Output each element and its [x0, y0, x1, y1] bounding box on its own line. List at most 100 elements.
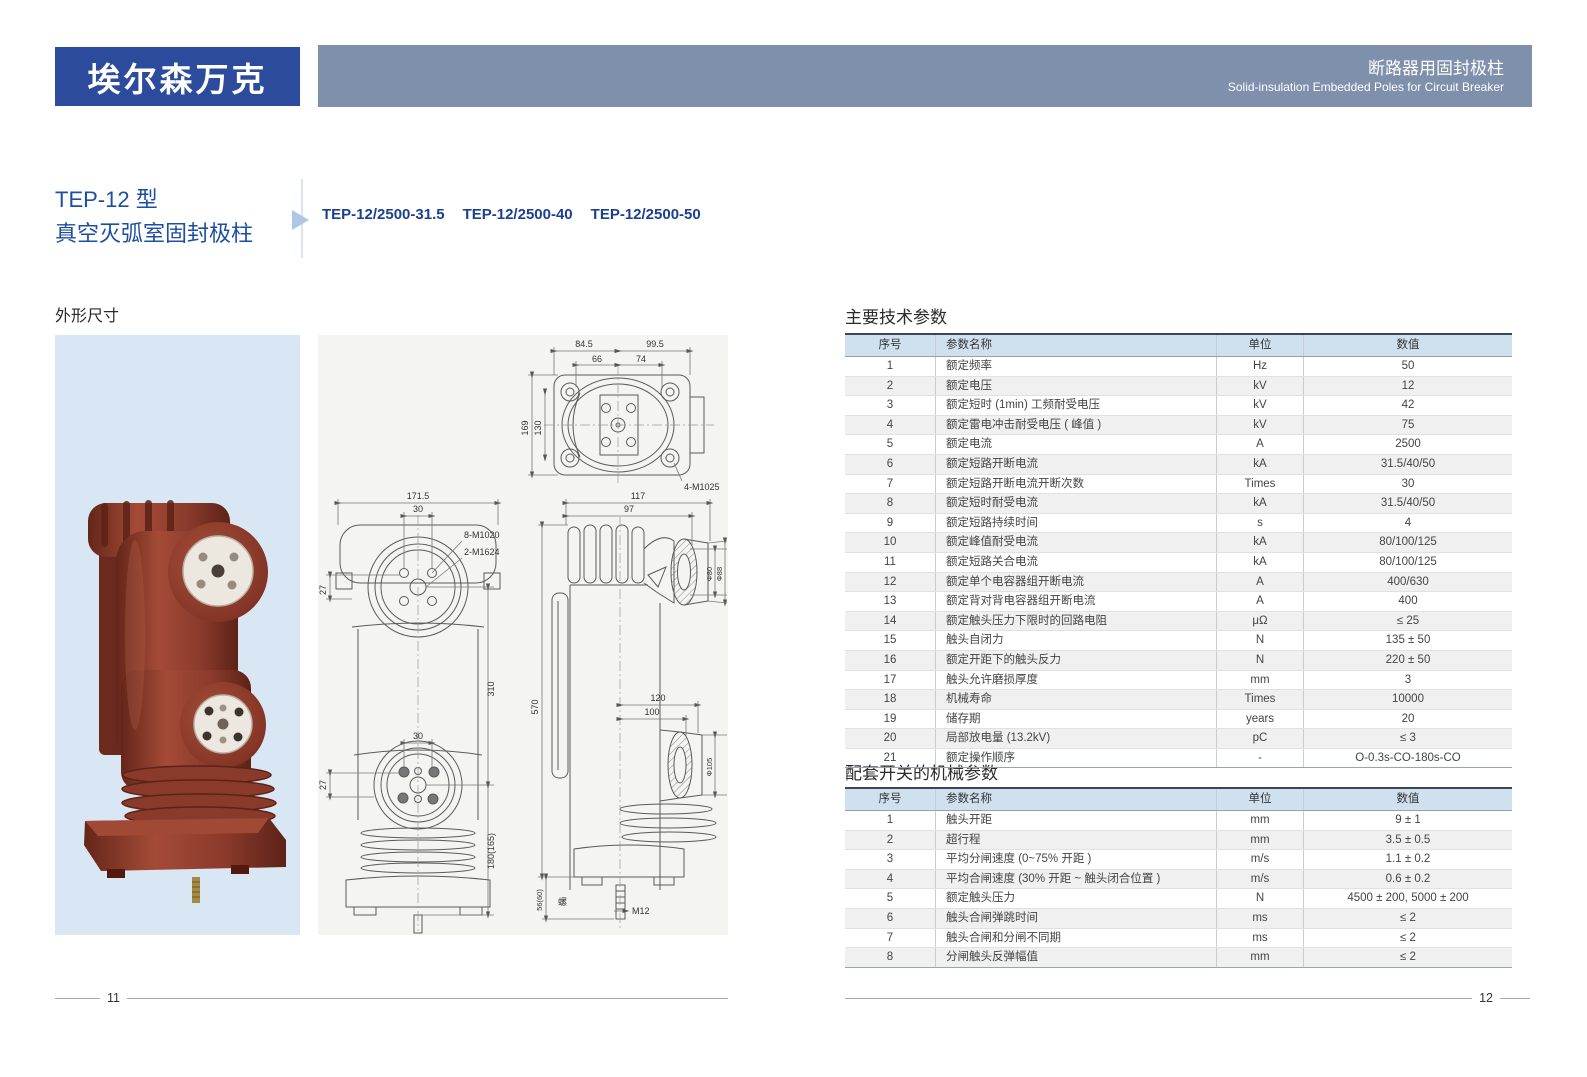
page-number-left: 11 [100, 991, 127, 1005]
table-cell: 触头自闭力 [936, 631, 1217, 651]
table-cell: 12 [1304, 376, 1513, 396]
table-cell: mm [1217, 811, 1304, 831]
table-row: 8分闸触头反弹幅值mm≤ 2 [845, 948, 1512, 968]
table-cell: 9 [845, 513, 936, 533]
table-row: 17触头允许磨损厚度mm3 [845, 670, 1512, 690]
main-params-title: 主要技术参数 [845, 303, 947, 328]
dim-label: 97 [624, 504, 634, 514]
dim-label: 117 [631, 491, 645, 501]
page-header-bar: 断路器用固封极柱 Solid-insulation Embedded Poles… [318, 45, 1532, 107]
table-cell: 10000 [1304, 690, 1513, 710]
table-cell: 42 [1304, 396, 1513, 416]
table-row: 5额定触头压力N4500 ± 200, 5000 ± 200 [845, 889, 1512, 909]
brand-logo: 埃尔森万克 [55, 47, 300, 106]
table-cell: s [1217, 513, 1304, 533]
table-cell: 额定短路开断电流开断次数 [936, 474, 1217, 494]
catalog-page: 埃尔森万克 断路器用固封极柱 Solid-insulation Embedded… [0, 0, 1587, 1077]
table-cell: kA [1217, 533, 1304, 553]
mech-params-table: 序号参数名称单位数值 1触头开距mm9 ± 12超行程mm3.5 ± 0.53平… [845, 787, 1512, 968]
table-cell: ≤ 3 [1304, 729, 1513, 749]
dim-label: 2-M1624 [464, 547, 500, 557]
table-row: 6触头合闸弹跳时间ms≤ 2 [845, 908, 1512, 928]
table-row: 19储存期years20 [845, 709, 1512, 729]
table-cell: kA [1217, 552, 1304, 572]
table-cell: kA [1217, 494, 1304, 514]
dim-label: 171.5 [407, 491, 430, 501]
table-cell: 2 [845, 830, 936, 850]
dim-label: 66 [592, 354, 602, 364]
table-cell: 75 [1304, 415, 1513, 435]
table-row: 4平均合闸速度 (30% 开距 ~ 触头闭合位置 )m/s0.6 ± 0.2 [845, 869, 1512, 889]
table-cell: 3 [845, 850, 936, 870]
table-row: 8额定短时耐受电流kA31.5/40/50 [845, 494, 1512, 514]
table-cell: 21 [845, 748, 936, 768]
dim-label: 74 [636, 354, 646, 364]
footer-left: 11 [55, 991, 728, 1005]
model-item: TEP-12/2500-31.5 [322, 206, 445, 223]
table-cell: ≤ 2 [1304, 908, 1513, 928]
column-header: 数值 [1304, 788, 1513, 811]
table-cell: 4500 ± 200, 5000 ± 200 [1304, 889, 1513, 909]
table-cell: ≤ 2 [1304, 928, 1513, 948]
top-view [544, 365, 714, 485]
table-cell: 1.1 ± 0.2 [1304, 850, 1513, 870]
table-cell: ≤ 2 [1304, 948, 1513, 968]
table-cell: mm [1217, 830, 1304, 850]
table-cell: A [1217, 435, 1304, 455]
table-cell: 12 [845, 572, 936, 592]
table-cell: A [1217, 572, 1304, 592]
table-cell: 平均合闸速度 (30% 开距 ~ 触头闭合位置 ) [936, 869, 1217, 889]
table-cell: 16 [845, 650, 936, 670]
dim-label: 310 [486, 681, 496, 696]
footer-right: 12 [845, 991, 1530, 1005]
table-cell: 触头合闸和分闸不同期 [936, 928, 1217, 948]
table-row: 20局部放电量 (13.2kV)pC≤ 3 [845, 729, 1512, 749]
table-cell: mm [1217, 948, 1304, 968]
table-row: 4额定雷电冲击耐受电压 ( 峰值 )kV75 [845, 415, 1512, 435]
table-cell: 额定峰值耐受电流 [936, 533, 1217, 553]
table-cell: mm [1217, 670, 1304, 690]
table-cell: 30 [1304, 474, 1513, 494]
table-row: 6额定短路开断电流kA31.5/40/50 [845, 454, 1512, 474]
table-row: 12额定单个电容器组开断电流A400/630 [845, 572, 1512, 592]
table-row: 2额定电压kV12 [845, 376, 1512, 396]
table-cell: - [1217, 748, 1304, 768]
table-cell: 31.5/40/50 [1304, 454, 1513, 474]
table-cell: 额定短路开断电流 [936, 454, 1217, 474]
table-cell: 135 ± 50 [1304, 631, 1513, 651]
column-header: 参数名称 [936, 334, 1217, 357]
table-cell: 80/100/125 [1304, 533, 1513, 553]
table-cell: 3 [845, 396, 936, 416]
table-cell: 额定电流 [936, 435, 1217, 455]
table-cell: 额定短路持续时间 [936, 513, 1217, 533]
brand-logo-text: 埃尔森万克 [88, 53, 268, 101]
column-header: 数值 [1304, 334, 1513, 357]
table-cell: 超行程 [936, 830, 1217, 850]
table-cell: Hz [1217, 357, 1304, 377]
table-cell: 8 [845, 494, 936, 514]
table-cell: 6 [845, 908, 936, 928]
product-photo [55, 335, 300, 935]
table-cell: 1 [845, 811, 936, 831]
table-cell: pC [1217, 729, 1304, 749]
dim-label: 169 [520, 420, 530, 435]
dim-label: 螺 [558, 897, 567, 907]
table-cell: kV [1217, 415, 1304, 435]
arrow-right-icon [292, 210, 309, 230]
front-view [336, 515, 500, 933]
table-cell: 触头允许磨损厚度 [936, 670, 1217, 690]
table-cell: 15 [845, 631, 936, 651]
footer-rule [55, 998, 100, 999]
table-cell: 19 [845, 709, 936, 729]
table-cell: 5 [845, 889, 936, 909]
footer-rule [127, 998, 728, 999]
table-cell: 5 [845, 435, 936, 455]
dimension-drawing-panel: 84.5 99.5 66 74 169 130 4-M1025 [318, 335, 728, 935]
dim-label: Φ80 [705, 567, 714, 581]
table-cell: 50 [1304, 357, 1513, 377]
table-row: 16额定开距下的触头反力N220 ± 50 [845, 650, 1512, 670]
table-cell: 7 [845, 928, 936, 948]
table-cell: Times [1217, 690, 1304, 710]
dim-label: 570 [530, 699, 540, 714]
table-cell: 80/100/125 [1304, 552, 1513, 572]
